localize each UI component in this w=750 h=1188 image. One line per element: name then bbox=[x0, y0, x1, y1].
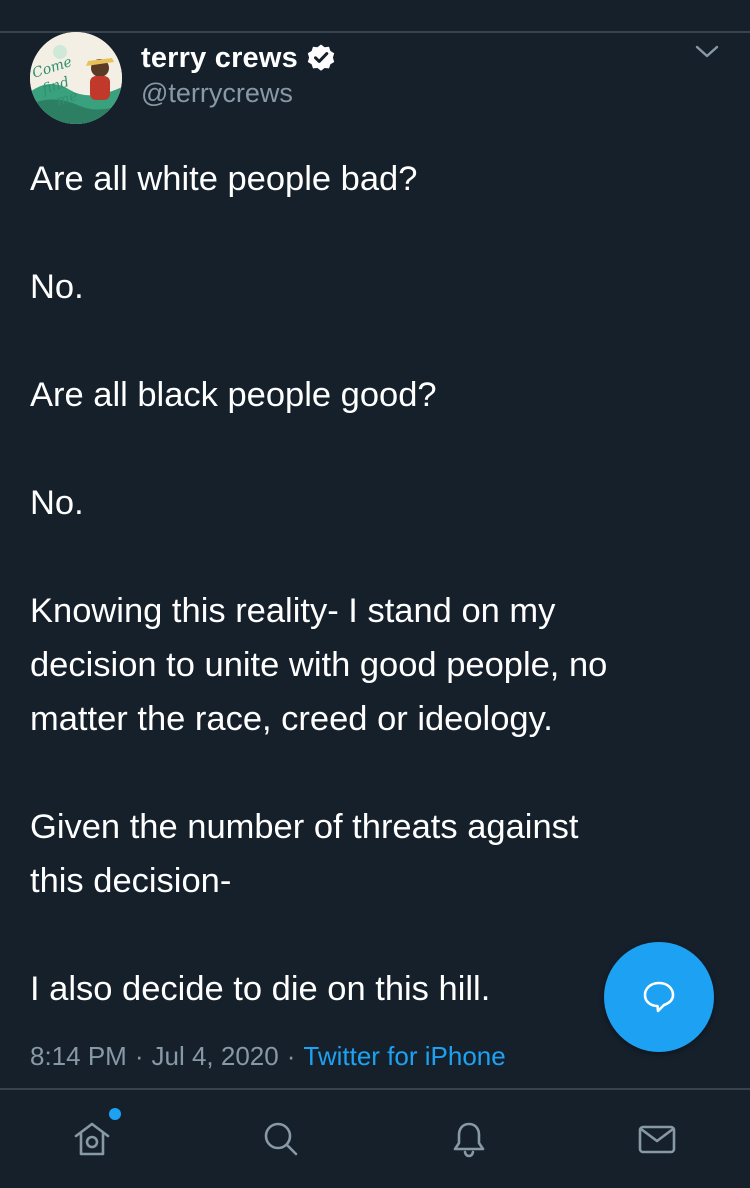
avatar-image: Come find me bbox=[30, 32, 122, 124]
envelope-icon bbox=[638, 1125, 676, 1154]
author-name-row[interactable]: terry crews bbox=[141, 40, 336, 76]
tweet-body: Are all white people bad? No. Are all bl… bbox=[30, 152, 730, 1016]
display-name[interactable]: terry crews bbox=[141, 42, 298, 75]
home-icon bbox=[74, 1122, 110, 1156]
chevron-down-icon[interactable] bbox=[690, 40, 724, 64]
tab-messages[interactable] bbox=[617, 1090, 697, 1188]
avatar[interactable]: Come find me bbox=[30, 32, 122, 124]
meta-separator: · bbox=[286, 1041, 296, 1071]
tweet-detail-screen: Come find me terry crews @terrycrews Are… bbox=[0, 0, 750, 1188]
tweet-paragraph: Knowing this reality- I stand on my deci… bbox=[30, 592, 608, 738]
speech-bubble-icon bbox=[643, 981, 675, 1013]
verified-badge-icon bbox=[306, 43, 336, 73]
tweet-meta: 8:14 PM · Jul 4, 2020 · Twitter for iPhone bbox=[30, 1041, 506, 1072]
tweet-paragraph: No. bbox=[30, 268, 84, 306]
handle[interactable]: @terrycrews bbox=[141, 78, 293, 109]
tweet-source-link[interactable]: Twitter for iPhone bbox=[303, 1041, 505, 1071]
tab-home[interactable] bbox=[52, 1090, 132, 1188]
tweet-time: 8:14 PM bbox=[30, 1041, 127, 1071]
tab-notifications[interactable] bbox=[429, 1090, 509, 1188]
top-divider bbox=[0, 31, 750, 33]
tweet-paragraph: No. bbox=[30, 484, 84, 522]
tab-search[interactable] bbox=[241, 1090, 321, 1188]
tweet-paragraph: Are all white people bad? bbox=[30, 160, 418, 198]
tweet-paragraph: Are all black people good? bbox=[30, 376, 437, 414]
reply-fab-button[interactable] bbox=[604, 942, 714, 1052]
bottom-tab-bar bbox=[0, 1090, 750, 1188]
tweet-paragraph: Given the number of threats against this… bbox=[30, 808, 579, 900]
search-icon bbox=[264, 1122, 298, 1156]
meta-separator: · bbox=[134, 1041, 144, 1071]
tweet-date: Jul 4, 2020 bbox=[151, 1041, 279, 1071]
unread-dot bbox=[109, 1108, 121, 1120]
bell-icon bbox=[453, 1122, 485, 1158]
